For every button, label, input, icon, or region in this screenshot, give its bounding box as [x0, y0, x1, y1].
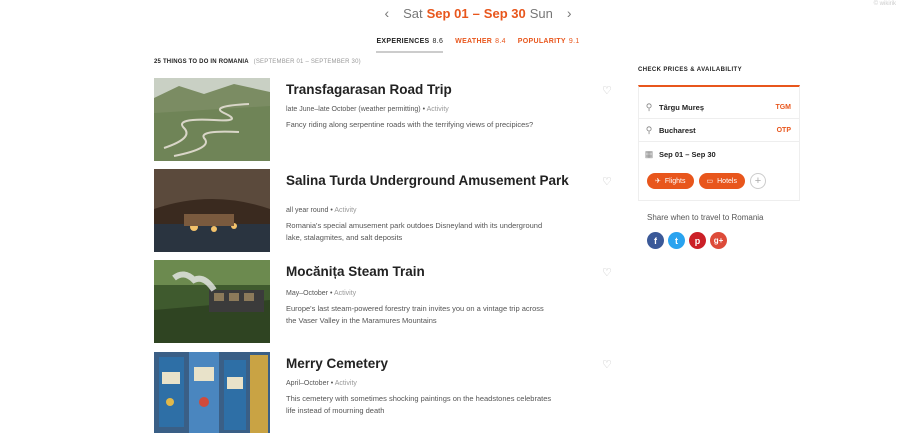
item-season: May–October — [286, 290, 329, 297]
item-title[interactable]: Mocănița Steam Train — [286, 264, 586, 279]
calendar-icon: ▦ — [644, 148, 654, 159]
item-meta: all year round • Activity — [286, 207, 357, 214]
tab-label: Popularity — [517, 38, 566, 45]
hotels-label: Hotels — [717, 177, 737, 185]
item-title[interactable]: Salina Turda Underground Amusement Park — [286, 173, 586, 188]
destination-city: Bucharest — [659, 126, 696, 135]
heart-icon[interactable]: ♡ — [602, 266, 612, 279]
item-title[interactable]: Merry Cemetery — [286, 356, 586, 371]
item-meta: April–October • Activity — [286, 380, 357, 387]
bed-icon: ▭ — [706, 178, 714, 185]
item-meta: May–October • Activity — [286, 290, 357, 297]
item-description: This cemetery with sometimes shocking pa… — [286, 394, 552, 415]
item-description: Romania's special amusement park outdoes… — [286, 221, 543, 242]
flights-label: Flights — [664, 177, 686, 185]
heart-icon[interactable]: ♡ — [602, 358, 612, 371]
flights-button[interactable]: ✈ Flights — [647, 173, 694, 189]
item-image[interactable] — [154, 260, 270, 343]
list-item: Salina Turda Underground Amusement Park … — [154, 169, 620, 253]
tab-experiences[interactable]: Experiences 8.6 — [376, 38, 444, 53]
tab-bar: Experiences 8.6 Weather 8.4 Popularity 9.1 — [0, 38, 900, 53]
tab-label: Weather — [455, 38, 493, 45]
tab-score: 8.4 — [495, 38, 506, 45]
tab-score: 8.6 — [432, 38, 444, 45]
dates-value: Sep 01 – Sep 30 — [659, 149, 716, 159]
googleplus-icon[interactable]: g+ — [710, 232, 727, 249]
tab-score: 9.1 — [568, 38, 580, 45]
start-date[interactable]: Sep 01 — [427, 6, 469, 21]
item-image[interactable] — [154, 78, 270, 161]
item-type: Activity — [334, 380, 357, 387]
start-day: Sat — [403, 5, 423, 21]
end-date[interactable]: Sep 30 — [484, 6, 526, 21]
social-buttons: f t p g+ — [647, 232, 727, 249]
end-day: Sun — [529, 5, 553, 21]
booking-widget: ⚲ Târgu Mureș TGM ⚲ Bucharest OTP ▦ Sep … — [638, 85, 800, 201]
origin-city: Târgu Mureș — [659, 103, 705, 112]
list-date-range: (September 01 – September 30) — [253, 59, 361, 65]
item-type: Activity — [334, 290, 357, 297]
twitter-icon[interactable]: t — [668, 232, 685, 249]
list-title: 25 things to do in Romania — [154, 59, 249, 65]
pinterest-icon[interactable]: p — [689, 232, 706, 249]
list-header: 25 things to do in Romania (September 01… — [154, 59, 361, 65]
item-type: Activity — [334, 207, 357, 214]
item-season: April–October — [286, 380, 329, 387]
hotels-button[interactable]: ▭ Hotels — [698, 173, 745, 189]
heart-icon[interactable]: ♡ — [602, 175, 612, 188]
location-pin-icon: ⚲ — [645, 125, 653, 135]
date-separator: – — [472, 5, 480, 21]
tab-weather[interactable]: Weather 8.4 — [455, 38, 506, 53]
item-image[interactable] — [154, 169, 270, 252]
destination-field[interactable]: ⚲ Bucharest OTP — [639, 120, 799, 142]
item-season: late June–late October (weather permitti… — [286, 106, 421, 113]
list-item: Mocănița Steam Train May–October • Activ… — [154, 260, 620, 344]
item-image[interactable] — [154, 352, 270, 433]
plus-icon[interactable]: + — [749, 173, 766, 189]
item-type: Activity — [426, 106, 449, 113]
origin-code: TGM — [775, 104, 791, 111]
destination-code: OTP — [776, 127, 791, 134]
location-pin-icon: ⚲ — [645, 102, 653, 112]
heart-icon[interactable]: ♡ — [602, 84, 612, 97]
item-season: all year round — [286, 207, 329, 214]
list-item: Transfagarasan Road Trip late June–late … — [154, 78, 620, 162]
dates-field[interactable]: ▦ Sep 01 – Sep 30 — [639, 143, 799, 165]
sidebar-title: Check prices & availability — [638, 67, 743, 73]
item-description: Fancy riding along serpentine roads with… — [286, 120, 534, 129]
plane-icon: ✈ — [655, 178, 661, 185]
chevron-left-icon[interactable]: ‹ — [384, 5, 389, 21]
date-range: Sat Sep 01 – Sep 30 Sun — [403, 6, 553, 21]
chevron-right-icon[interactable]: › — [567, 5, 572, 21]
share-text: Share when to travel to Romania — [647, 213, 764, 222]
booking-buttons: ✈ Flights ▭ Hotels + — [647, 173, 766, 189]
list-item: Merry Cemetery April–October • Activity … — [154, 352, 620, 433]
item-description: Europe's last steam-powered forestry tra… — [286, 304, 544, 325]
date-navigation: ‹ Sat Sep 01 – Sep 30 Sun › — [0, 5, 900, 21]
facebook-icon[interactable]: f — [647, 232, 664, 249]
item-title[interactable]: Transfagarasan Road Trip — [286, 82, 586, 97]
tab-label: Experiences — [376, 38, 430, 45]
origin-field[interactable]: ⚲ Târgu Mureș TGM — [639, 97, 799, 119]
item-meta: late June–late October (weather permitti… — [286, 106, 449, 113]
tab-popularity[interactable]: Popularity 9.1 — [518, 38, 580, 53]
